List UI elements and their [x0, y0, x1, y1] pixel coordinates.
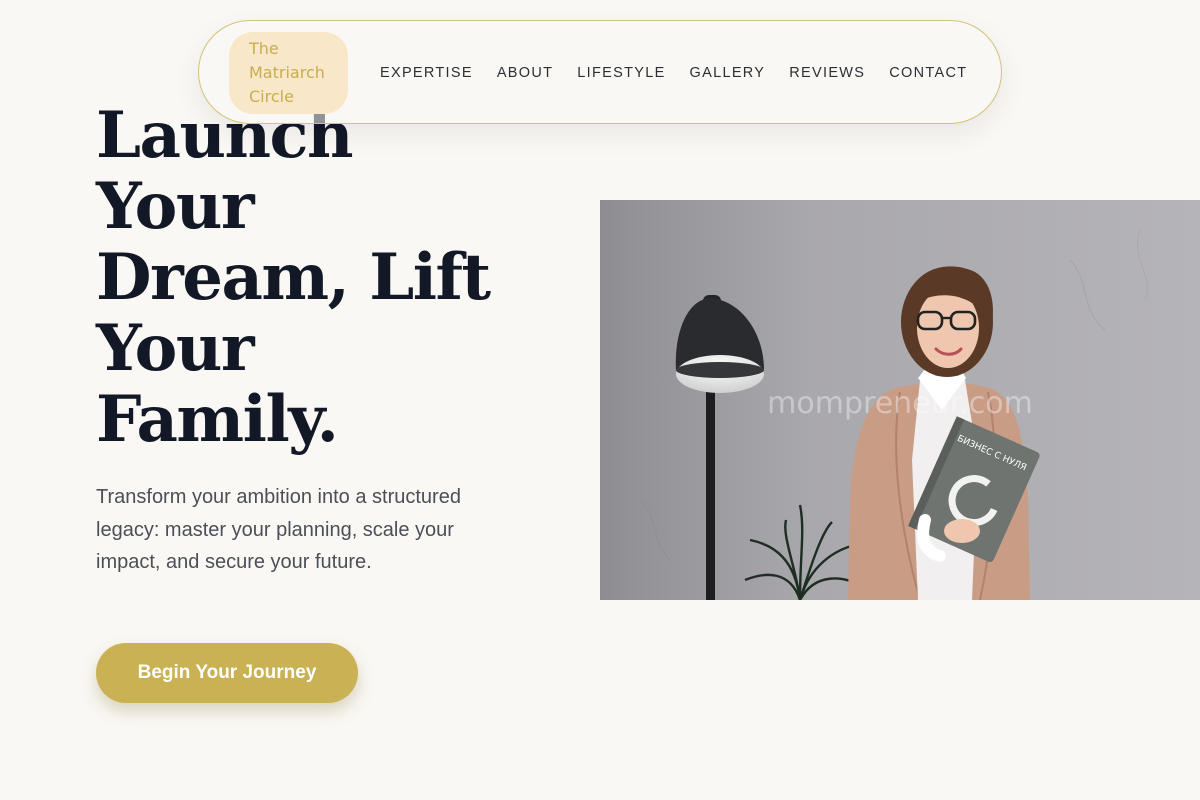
hero-image: БИЗНЕС С НУЛЯ mompreneur.com: [600, 200, 1200, 600]
nav-item-about[interactable]: ABOUT: [497, 65, 553, 81]
brand-logo-line: Matriarch: [249, 63, 325, 82]
brand-logo-line: The: [249, 39, 279, 58]
nav-item-gallery[interactable]: GALLERY: [690, 65, 766, 81]
main-navigation: The Matriarch Circle EXPERTISE ABOUT LIF…: [198, 20, 1002, 124]
hand: [944, 519, 980, 543]
hero-title: Launch Your Dream, Lift Your Family.: [96, 100, 556, 455]
hero-title-line: Your: [96, 311, 255, 386]
nav-links: EXPERTISE ABOUT LIFESTYLE GALLERY REVIEW…: [380, 21, 967, 125]
nav-item-contact[interactable]: CONTACT: [889, 65, 967, 81]
hero-title-line: Family.: [96, 382, 339, 457]
hero-photo-illustration: БИЗНЕС С НУЛЯ: [600, 200, 1200, 600]
brand-logo-line: Circle: [249, 87, 294, 106]
nav-item-lifestyle[interactable]: LIFESTYLE: [577, 65, 665, 81]
nav-item-reviews[interactable]: REVIEWS: [789, 65, 865, 81]
hero-title-line: Your: [96, 169, 255, 244]
brand-logo[interactable]: The Matriarch Circle: [229, 32, 348, 114]
begin-journey-button[interactable]: Begin Your Journey: [96, 643, 358, 703]
nav-item-expertise[interactable]: EXPERTISE: [380, 65, 473, 81]
hero-title-line: Dream, Lift: [96, 240, 491, 315]
hero-subtitle: Transform your ambition into a structure…: [96, 486, 461, 573]
